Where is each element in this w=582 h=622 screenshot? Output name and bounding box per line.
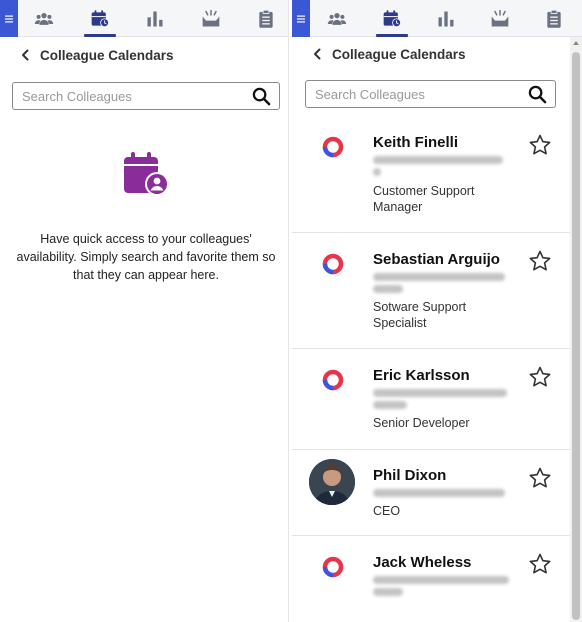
tab-inbox[interactable] bbox=[482, 0, 518, 37]
bar-chart-icon bbox=[438, 11, 454, 26]
brand-logo-icon bbox=[322, 136, 344, 158]
tab-calendar[interactable] bbox=[82, 0, 118, 37]
calendar-person-icon bbox=[124, 152, 169, 196]
brand-logo-icon bbox=[322, 369, 344, 391]
colleague-name: Eric Karlsson bbox=[373, 367, 470, 384]
colleague-title: Specialist bbox=[373, 316, 427, 330]
tab-calendar[interactable] bbox=[374, 0, 410, 37]
tab-inbox[interactable] bbox=[193, 0, 229, 37]
tab-tasks[interactable] bbox=[248, 0, 284, 37]
chevron-left-icon bbox=[314, 48, 321, 60]
colleague-title: CEO bbox=[373, 504, 401, 518]
search-box bbox=[12, 82, 280, 110]
search-icon[interactable] bbox=[252, 87, 271, 106]
star-icon[interactable] bbox=[528, 249, 552, 273]
colleague-row[interactable]: Jack Wheless bbox=[292, 536, 570, 622]
search-input[interactable] bbox=[13, 83, 279, 109]
clipboard-icon bbox=[547, 9, 561, 28]
colleague-email-redacted bbox=[373, 574, 509, 598]
avatar bbox=[309, 459, 355, 505]
colleague-row[interactable]: Keith Finelli Customer Support Manager bbox=[292, 116, 570, 233]
colleague-row[interactable]: Eric Karlsson Senior Developer bbox=[292, 349, 570, 450]
brand-logo-icon bbox=[322, 556, 344, 578]
colleague-title: Customer Support bbox=[373, 184, 475, 198]
empty-state-text: Have quick access to your colleagues' av… bbox=[16, 232, 276, 282]
colleague-title: Sotware Support bbox=[373, 300, 467, 314]
star-icon[interactable] bbox=[528, 133, 552, 157]
nav-bar bbox=[292, 0, 582, 37]
panel-header: Colleague Calendars bbox=[292, 37, 582, 71]
tab-people[interactable] bbox=[319, 0, 355, 37]
scrollbar-thumb[interactable] bbox=[572, 52, 580, 620]
star-icon[interactable] bbox=[528, 365, 552, 389]
menu-button[interactable] bbox=[292, 0, 310, 37]
scroll-up-arrow-icon[interactable] bbox=[573, 40, 579, 46]
nav-bar bbox=[0, 0, 288, 37]
inbox-tray-icon bbox=[491, 9, 509, 26]
tab-people[interactable] bbox=[26, 0, 62, 37]
colleague-title: Manager bbox=[373, 200, 423, 214]
search-input[interactable] bbox=[306, 81, 555, 107]
page-title: Colleague Calendars bbox=[40, 47, 174, 63]
calendar-clock-icon bbox=[383, 9, 401, 27]
chevron-left-icon bbox=[22, 49, 29, 61]
colleague-title: Senior Developer bbox=[373, 416, 470, 430]
colleague-name: Phil Dixon bbox=[373, 467, 447, 484]
profile-photo bbox=[309, 459, 355, 505]
panel-header: Colleague Calendars bbox=[0, 38, 288, 72]
brand-logo-icon bbox=[322, 253, 344, 275]
colleague-name: Keith Finelli bbox=[373, 134, 459, 151]
clipboard-icon bbox=[259, 9, 273, 28]
menu-button[interactable] bbox=[0, 0, 18, 37]
tab-reports[interactable] bbox=[428, 0, 464, 37]
people-icon bbox=[327, 12, 347, 25]
search-box bbox=[305, 80, 556, 108]
search-icon[interactable] bbox=[528, 85, 547, 104]
colleague-name: Sebastian Arguijo bbox=[373, 251, 500, 268]
hamburger-menu-icon bbox=[5, 15, 13, 22]
colleague-row[interactable]: Phil Dixon CEO bbox=[292, 450, 570, 536]
tab-tasks[interactable] bbox=[536, 0, 572, 37]
colleague-row[interactable]: Sebastian Arguijo Sotware Support Specia… bbox=[292, 233, 570, 349]
right-panel: Colleague Calendars Keith Finelli Custom… bbox=[292, 0, 582, 622]
bar-chart-icon bbox=[147, 11, 163, 26]
colleague-email-redacted bbox=[373, 154, 507, 178]
hamburger-menu-icon bbox=[297, 15, 305, 22]
star-icon[interactable] bbox=[528, 466, 552, 490]
page-title: Colleague Calendars bbox=[332, 46, 466, 62]
tab-reports[interactable] bbox=[137, 0, 173, 37]
colleague-email-redacted bbox=[373, 271, 507, 295]
calendar-clock-icon bbox=[91, 9, 109, 27]
star-icon[interactable] bbox=[528, 552, 552, 576]
people-icon bbox=[34, 12, 54, 25]
colleague-email-redacted bbox=[373, 387, 507, 411]
inbox-tray-icon bbox=[202, 9, 220, 26]
left-panel: Colleague Calendars Have quick access to… bbox=[0, 0, 289, 622]
colleague-name: Jack Wheless bbox=[373, 554, 472, 571]
back-button[interactable] bbox=[308, 45, 326, 63]
back-button[interactable] bbox=[16, 46, 34, 64]
